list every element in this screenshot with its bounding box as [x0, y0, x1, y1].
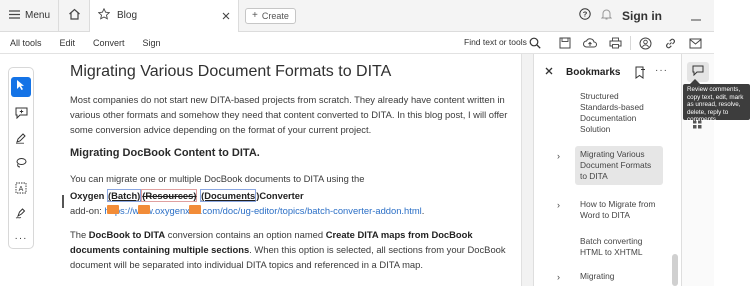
- signature-pen-icon: [15, 206, 27, 224]
- find-text-label[interactable]: Find text or tools: [464, 37, 527, 47]
- comment-marker[interactable]: [138, 205, 150, 214]
- add-bookmark-icon[interactable]: [635, 66, 646, 84]
- home-button[interactable]: [59, 0, 89, 32]
- text-box-icon: A: [15, 181, 27, 199]
- tracked-insert-documents[interactable]: (Documents: [200, 189, 257, 202]
- search-icon[interactable]: [526, 34, 544, 52]
- close-panel-icon[interactable]: [545, 66, 559, 78]
- tab-all-tools[interactable]: All tools: [0, 38, 51, 48]
- lasso-icon: [15, 156, 27, 174]
- print-icon[interactable]: [606, 34, 624, 52]
- plus-icon: +: [252, 10, 258, 21]
- upload-cloud-icon[interactable]: [581, 34, 599, 52]
- converter-suffix: )Converter: [256, 190, 304, 201]
- comments-tooltip: Review comments, copy text, edit, mark a…: [683, 84, 750, 123]
- menu-button[interactable]: Menu: [0, 0, 58, 32]
- converter-line: Oxygen (Batch) (Resources) (Documents)Con…: [70, 188, 520, 203]
- save-icon[interactable]: [556, 34, 574, 52]
- bookmarks-panel: Bookmarks ··· Structured Standards-based…: [533, 54, 681, 286]
- change-bar: [62, 195, 64, 208]
- bookmark-item-selected[interactable]: Migrating Various Document Formats to DI…: [575, 146, 663, 185]
- convert-paragraph: You can migrate one or multiple DocBook …: [70, 173, 365, 184]
- chevron-right-icon[interactable]: ›: [557, 200, 560, 210]
- help-icon[interactable]: ?: [579, 7, 591, 25]
- converter-prefix: Oxygen: [70, 190, 107, 201]
- title-bar: Menu Blog + Create ? Sign in: [0, 0, 714, 32]
- left-tool-strip: A ···: [8, 67, 34, 249]
- bookmark-item[interactable]: Structured Standards-based Documentation…: [575, 88, 663, 138]
- create-label: Create: [261, 10, 289, 21]
- section-heading: Migrating DocBook Content to DITA.: [70, 147, 260, 159]
- toolbar-divider: [630, 36, 631, 50]
- tab-title: Blog: [117, 10, 138, 21]
- intro-paragraph: Most companies do not start new DITA-bas…: [70, 94, 508, 135]
- sign-tool[interactable]: [11, 205, 31, 225]
- tab-sign[interactable]: Sign: [134, 38, 170, 48]
- menu-label: Menu: [25, 10, 51, 21]
- pen-icon: [15, 131, 27, 149]
- top-right-controls: ? Sign in: [579, 0, 714, 32]
- notification-bell-icon[interactable]: [600, 7, 613, 25]
- main-toolbar: All tools Edit Convert Sign Find text or…: [0, 32, 714, 54]
- draw-tool[interactable]: [11, 155, 31, 175]
- window-margin: [714, 0, 750, 84]
- share-user-icon[interactable]: [636, 34, 654, 52]
- email-icon[interactable]: [686, 34, 704, 52]
- cursor-icon: [16, 78, 26, 96]
- svg-text:?: ?: [583, 10, 588, 19]
- more-dots-icon: ···: [14, 232, 28, 244]
- tab-convert[interactable]: Convert: [84, 38, 134, 48]
- more-options-icon[interactable]: ···: [655, 65, 668, 76]
- tab-blog[interactable]: Blog: [89, 0, 240, 32]
- bookmark-item[interactable]: Migrating: [575, 268, 663, 285]
- addon-prefix: add-on:: [70, 205, 105, 216]
- comment-tool[interactable]: [11, 105, 31, 125]
- dita-maps-paragraph: The DocBook to DITA conversion contains …: [70, 227, 520, 272]
- tracked-delete-resources[interactable]: (Resources): [141, 189, 198, 202]
- hamburger-icon: [9, 9, 20, 22]
- link-icon[interactable]: [661, 34, 679, 52]
- comment-marker[interactable]: [189, 205, 201, 214]
- chevron-right-icon[interactable]: ›: [557, 272, 560, 282]
- close-tab-icon[interactable]: [222, 7, 230, 25]
- addon-link[interactable]: https://www.oxygenxml.com/doc/ug-editor/…: [104, 205, 421, 216]
- comment-marker[interactable]: [107, 205, 119, 214]
- para2-a: The: [70, 229, 89, 240]
- para2-b: DocBook to DITA: [88, 229, 166, 240]
- document-scrollbar[interactable]: [521, 54, 533, 286]
- tracked-insert-batch[interactable]: (Batch): [107, 189, 142, 202]
- home-icon: [68, 7, 81, 25]
- bookmarks-scrollbar[interactable]: [672, 254, 678, 286]
- star-icon[interactable]: [97, 7, 111, 25]
- text-select-tool[interactable]: A: [11, 180, 31, 200]
- more-tools-button[interactable]: ···: [11, 228, 31, 248]
- minimize-button[interactable]: [678, 9, 714, 24]
- bookmark-item[interactable]: How to Migrate from Word to DITA: [575, 196, 663, 224]
- addon-end: .: [421, 205, 425, 216]
- para2-c: conversion contains an option named: [165, 229, 326, 240]
- document-page: Migrating Various Document Formats to DI…: [70, 62, 520, 272]
- create-button[interactable]: + Create: [245, 7, 296, 24]
- svg-text:A: A: [19, 186, 24, 193]
- bookmarks-title: Bookmarks: [566, 66, 621, 78]
- bookmark-item[interactable]: Batch converting HTML to XHTML: [575, 233, 663, 261]
- sign-in-button[interactable]: Sign in: [622, 9, 662, 23]
- chevron-right-icon[interactable]: ›: [557, 151, 560, 161]
- tab-edit[interactable]: Edit: [51, 38, 85, 48]
- select-tool[interactable]: [11, 77, 31, 97]
- highlight-tool[interactable]: [11, 130, 31, 150]
- comment-plus-icon: [15, 106, 28, 124]
- document-title: Migrating Various Document Formats to DI…: [70, 63, 392, 80]
- bookmarks-header: Bookmarks ···: [534, 54, 681, 90]
